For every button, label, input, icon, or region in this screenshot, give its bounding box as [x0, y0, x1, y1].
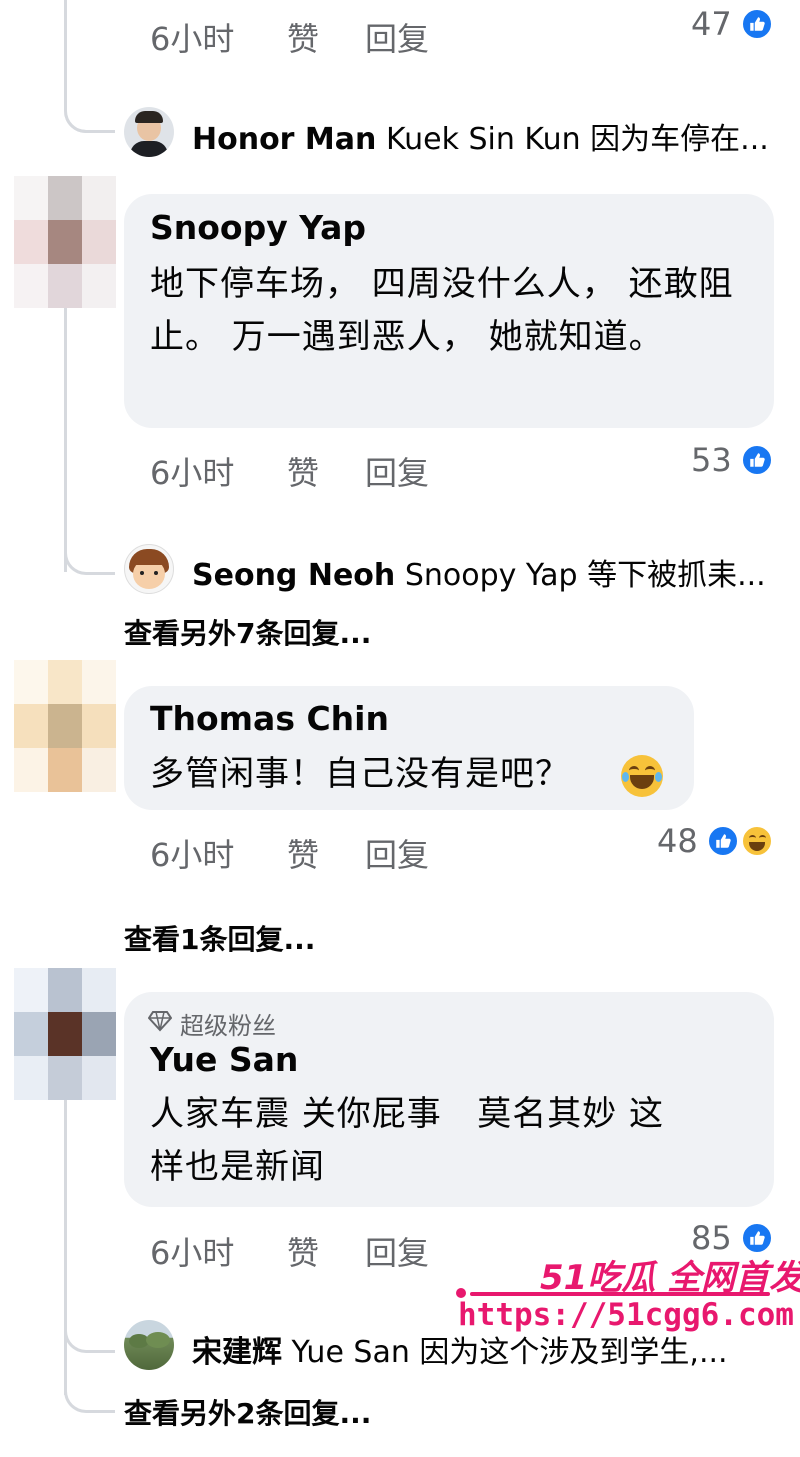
diamond-icon: [147, 1010, 173, 1036]
comment-text: 多管闲事！自己没有是吧？: [150, 754, 570, 794]
timestamp: 6小时: [150, 1234, 235, 1272]
thread-line: [64, 1100, 67, 1395]
reply-author: 宋建辉: [192, 1335, 282, 1370]
comment-author[interactable]: Yue San: [150, 1040, 298, 1079]
comment-text: 样也是新闻: [150, 1147, 325, 1187]
view-more-replies-link[interactable]: 查看1条回复...: [124, 918, 315, 958]
comment-meta: 6小时 赞 回复: [150, 448, 480, 492]
reply-preview[interactable]: 宋建辉 Yue San 因为这个涉及到学生,...: [192, 1327, 728, 1371]
avatar[interactable]: [14, 176, 116, 308]
comment-author[interactable]: Thomas Chin: [150, 699, 389, 738]
avatar[interactable]: [124, 1320, 174, 1370]
avatar[interactable]: [14, 660, 116, 792]
reply-author: Seong Neoh: [192, 558, 396, 593]
thread-line: [64, 308, 67, 572]
avatar[interactable]: [14, 968, 116, 1100]
like-button[interactable]: 赞: [287, 14, 319, 60]
reaction-count[interactable]: 47: [691, 5, 732, 43]
reply-preview[interactable]: Honor Man Kuek Sin Kun 因为车停在...: [192, 114, 769, 158]
like-icon: [706, 824, 740, 858]
reply-text: Snoopy Yap 等下被抓耒...: [404, 558, 766, 593]
view-more-replies-link[interactable]: 查看另外7条回复...: [124, 612, 371, 652]
comment-text: 人家车震 关你屁事 莫名其妙 这: [150, 1094, 665, 1134]
reply-button[interactable]: 回复: [365, 1228, 429, 1274]
comment-meta: 6小时 赞 回复: [150, 1228, 480, 1272]
reply-text: Kuek Sin Kun 因为车停在...: [385, 122, 769, 157]
comment-author[interactable]: Snoopy Yap: [150, 208, 366, 247]
reply-button[interactable]: 回复: [365, 14, 429, 60]
comment-text: 地下停车场， 四周没什么人， 还敢阻止。 万一遇到恶人， 她就知道。: [150, 264, 734, 357]
reply-button[interactable]: 回复: [365, 830, 429, 876]
avatar[interactable]: [124, 107, 174, 157]
thread-connector: [64, 1380, 115, 1413]
haha-icon: [740, 824, 774, 858]
comment-meta: 6小时 赞 回复: [150, 14, 480, 58]
like-icon: [740, 7, 774, 41]
like-button[interactable]: 赞: [287, 448, 319, 494]
thread-connector: [64, 540, 115, 575]
reply-author: Honor Man: [192, 122, 377, 157]
like-icon: [740, 443, 774, 477]
watermark-url: https://51cgg6.com: [458, 1297, 794, 1333]
haha-emoji-icon: [621, 755, 663, 797]
thread-connector: [64, 1320, 115, 1353]
thread-connector: [64, 60, 115, 133]
reaction-count[interactable]: 53: [691, 441, 732, 479]
reply-button[interactable]: 回复: [365, 448, 429, 494]
reply-text: Yue San 因为这个涉及到学生,...: [291, 1335, 728, 1370]
top-fan-badge: 超级粉丝: [180, 1012, 276, 1040]
watermark-decoration: [470, 1292, 770, 1296]
avatar[interactable]: [124, 544, 174, 594]
like-button[interactable]: 赞: [287, 1228, 319, 1274]
timestamp: 6小时: [150, 454, 235, 492]
like-button[interactable]: 赞: [287, 830, 319, 876]
comment-meta: 6小时 赞 回复: [150, 830, 480, 874]
timestamp: 6小时: [150, 20, 235, 58]
timestamp: 6小时: [150, 836, 235, 874]
reply-preview[interactable]: Seong Neoh Snoopy Yap 等下被抓耒...: [192, 550, 766, 594]
reaction-count[interactable]: 48: [657, 822, 698, 860]
view-more-replies-link[interactable]: 查看另外2条回复...: [124, 1392, 371, 1432]
